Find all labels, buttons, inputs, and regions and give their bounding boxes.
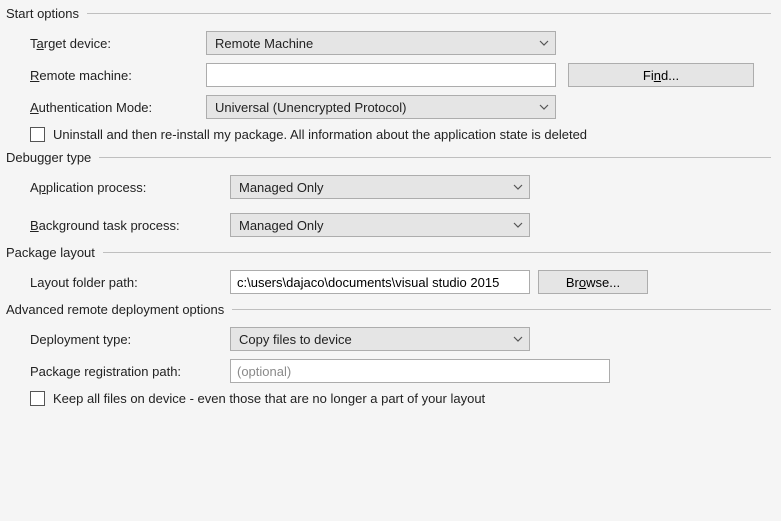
registration-path-input[interactable]	[230, 359, 610, 383]
background-process-value: Managed Only	[239, 218, 324, 233]
registration-path-label: Package registration path:	[30, 364, 230, 379]
uninstall-checkbox-label: Uninstall and then re-install my package…	[53, 127, 587, 142]
row-background-process: Background task process: Managed Only	[30, 213, 771, 237]
section-divider	[232, 309, 771, 310]
auth-mode-value: Universal (Unencrypted Protocol)	[215, 100, 406, 115]
background-process-label: Background task process:	[30, 218, 230, 233]
row-auth-mode: Authentication Mode: Universal (Unencryp…	[30, 95, 771, 119]
target-device-select[interactable]: Remote Machine	[206, 31, 556, 55]
application-process-label: Application process:	[30, 180, 230, 195]
section-title: Start options	[6, 6, 87, 21]
auth-mode-select[interactable]: Universal (Unencrypted Protocol)	[206, 95, 556, 119]
section-divider	[99, 157, 771, 158]
row-layout-path: Layout folder path: Browse...	[30, 270, 771, 294]
layout-path-input[interactable]	[230, 270, 530, 294]
section-header: Package layout	[6, 245, 771, 260]
section-header: Debugger type	[6, 150, 771, 165]
keep-files-label: Keep all files on device - even those th…	[53, 391, 485, 406]
row-registration-path: Package registration path:	[30, 359, 771, 383]
chevron-down-icon	[513, 182, 523, 192]
section-debugger-type: Debugger type Application process: Manag…	[6, 150, 771, 237]
row-uninstall-checkbox: Uninstall and then re-install my package…	[30, 127, 771, 142]
target-device-label: Target device:	[30, 36, 206, 51]
row-deployment-type: Deployment type: Copy files to device	[30, 327, 771, 351]
remote-machine-input[interactable]	[206, 63, 556, 87]
chevron-down-icon	[513, 220, 523, 230]
section-title: Package layout	[6, 245, 103, 260]
target-device-value: Remote Machine	[215, 36, 313, 51]
auth-mode-label: Authentication Mode:	[30, 100, 206, 115]
chevron-down-icon	[513, 334, 523, 344]
section-divider	[87, 13, 771, 14]
remote-machine-label: Remote machine:	[30, 68, 206, 83]
deployment-type-label: Deployment type:	[30, 332, 230, 347]
section-divider	[103, 252, 771, 253]
section-start-options: Start options Target device: Remote Mach…	[6, 6, 771, 142]
row-application-process: Application process: Managed Only	[30, 175, 771, 199]
row-target-device: Target device: Remote Machine	[30, 31, 771, 55]
section-title: Advanced remote deployment options	[6, 302, 232, 317]
application-process-value: Managed Only	[239, 180, 324, 195]
browse-button[interactable]: Browse...	[538, 270, 648, 294]
chevron-down-icon	[539, 38, 549, 48]
section-header: Advanced remote deployment options	[6, 302, 771, 317]
section-header: Start options	[6, 6, 771, 21]
section-advanced-deployment: Advanced remote deployment options Deplo…	[6, 302, 771, 406]
row-remote-machine: Remote machine: Find...	[30, 63, 771, 87]
find-button[interactable]: Find...	[568, 63, 754, 87]
section-title: Debugger type	[6, 150, 99, 165]
uninstall-checkbox[interactable]	[30, 127, 45, 142]
section-package-layout: Package layout Layout folder path: Brows…	[6, 245, 771, 294]
application-process-select[interactable]: Managed Only	[230, 175, 530, 199]
chevron-down-icon	[539, 102, 549, 112]
deployment-type-value: Copy files to device	[239, 332, 352, 347]
layout-path-label: Layout folder path:	[30, 275, 230, 290]
keep-files-checkbox[interactable]	[30, 391, 45, 406]
row-keep-files-checkbox: Keep all files on device - even those th…	[30, 391, 771, 406]
background-process-select[interactable]: Managed Only	[230, 213, 530, 237]
deployment-type-select[interactable]: Copy files to device	[230, 327, 530, 351]
